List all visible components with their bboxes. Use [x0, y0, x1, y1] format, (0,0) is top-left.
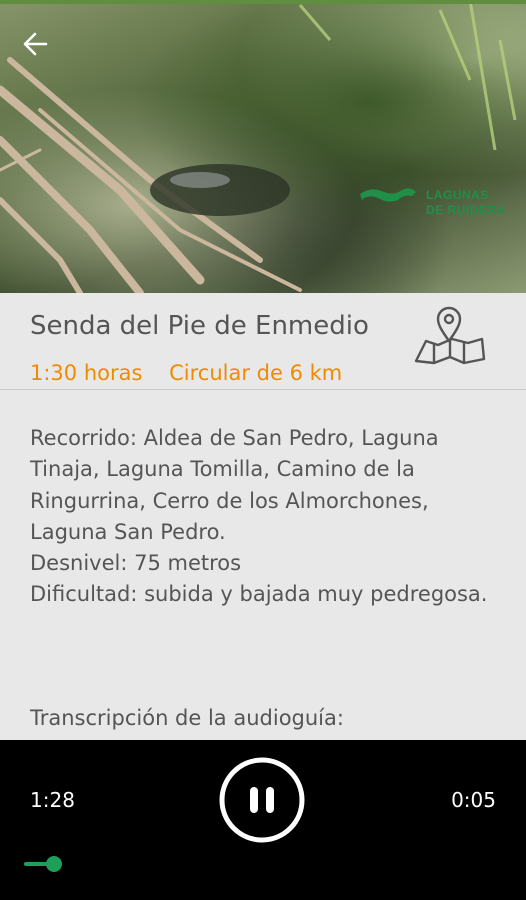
map-pin-icon [414, 306, 486, 365]
recorrido-text: Recorrido: Aldea de San Pedro, Laguna Ti… [30, 426, 439, 544]
route-photo: LAGUNAS DE RUIDERA [0, 0, 526, 293]
route-header: Senda del Pie de Enmedio 1:30 horas Circ… [0, 293, 526, 390]
lagoon-logo-icon [360, 188, 416, 202]
pause-icon [219, 757, 305, 843]
progress-fill [24, 862, 48, 866]
route-description: Recorrido: Aldea de San Pedro, Laguna Ti… [30, 423, 500, 611]
logo-text: LAGUNAS DE RUIDERA [426, 188, 506, 217]
back-button[interactable] [18, 26, 54, 62]
lagunas-de-ruidera-logo: LAGUNAS DE RUIDERA [358, 184, 523, 228]
route-type: Circular de 6 km [169, 361, 343, 385]
progress-knob[interactable] [46, 856, 62, 872]
desnivel-text: Desnivel: 75 metros [30, 551, 242, 576]
audio-player: 1:28 0:05 [0, 740, 526, 900]
map-button[interactable] [412, 305, 486, 367]
arrow-left-icon [23, 32, 48, 56]
route-meta: 1:30 horas Circular de 6 km [30, 361, 362, 385]
forest-branches-graphic [0, 0, 517, 293]
route-duration: 1:30 horas [30, 361, 143, 385]
status-strip [0, 0, 526, 4]
progress-slider[interactable] [24, 856, 502, 872]
remaining-time: 0:05 [451, 788, 496, 812]
pause-button[interactable] [218, 756, 306, 844]
current-time: 1:28 [30, 788, 75, 812]
route-title: Senda del Pie de Enmedio [30, 311, 369, 341]
dificultad-text: Dificultad: subida y bajada muy pedregos… [30, 582, 488, 607]
transcripcion-heading: Transcripción de la audioguía: [30, 706, 344, 730]
